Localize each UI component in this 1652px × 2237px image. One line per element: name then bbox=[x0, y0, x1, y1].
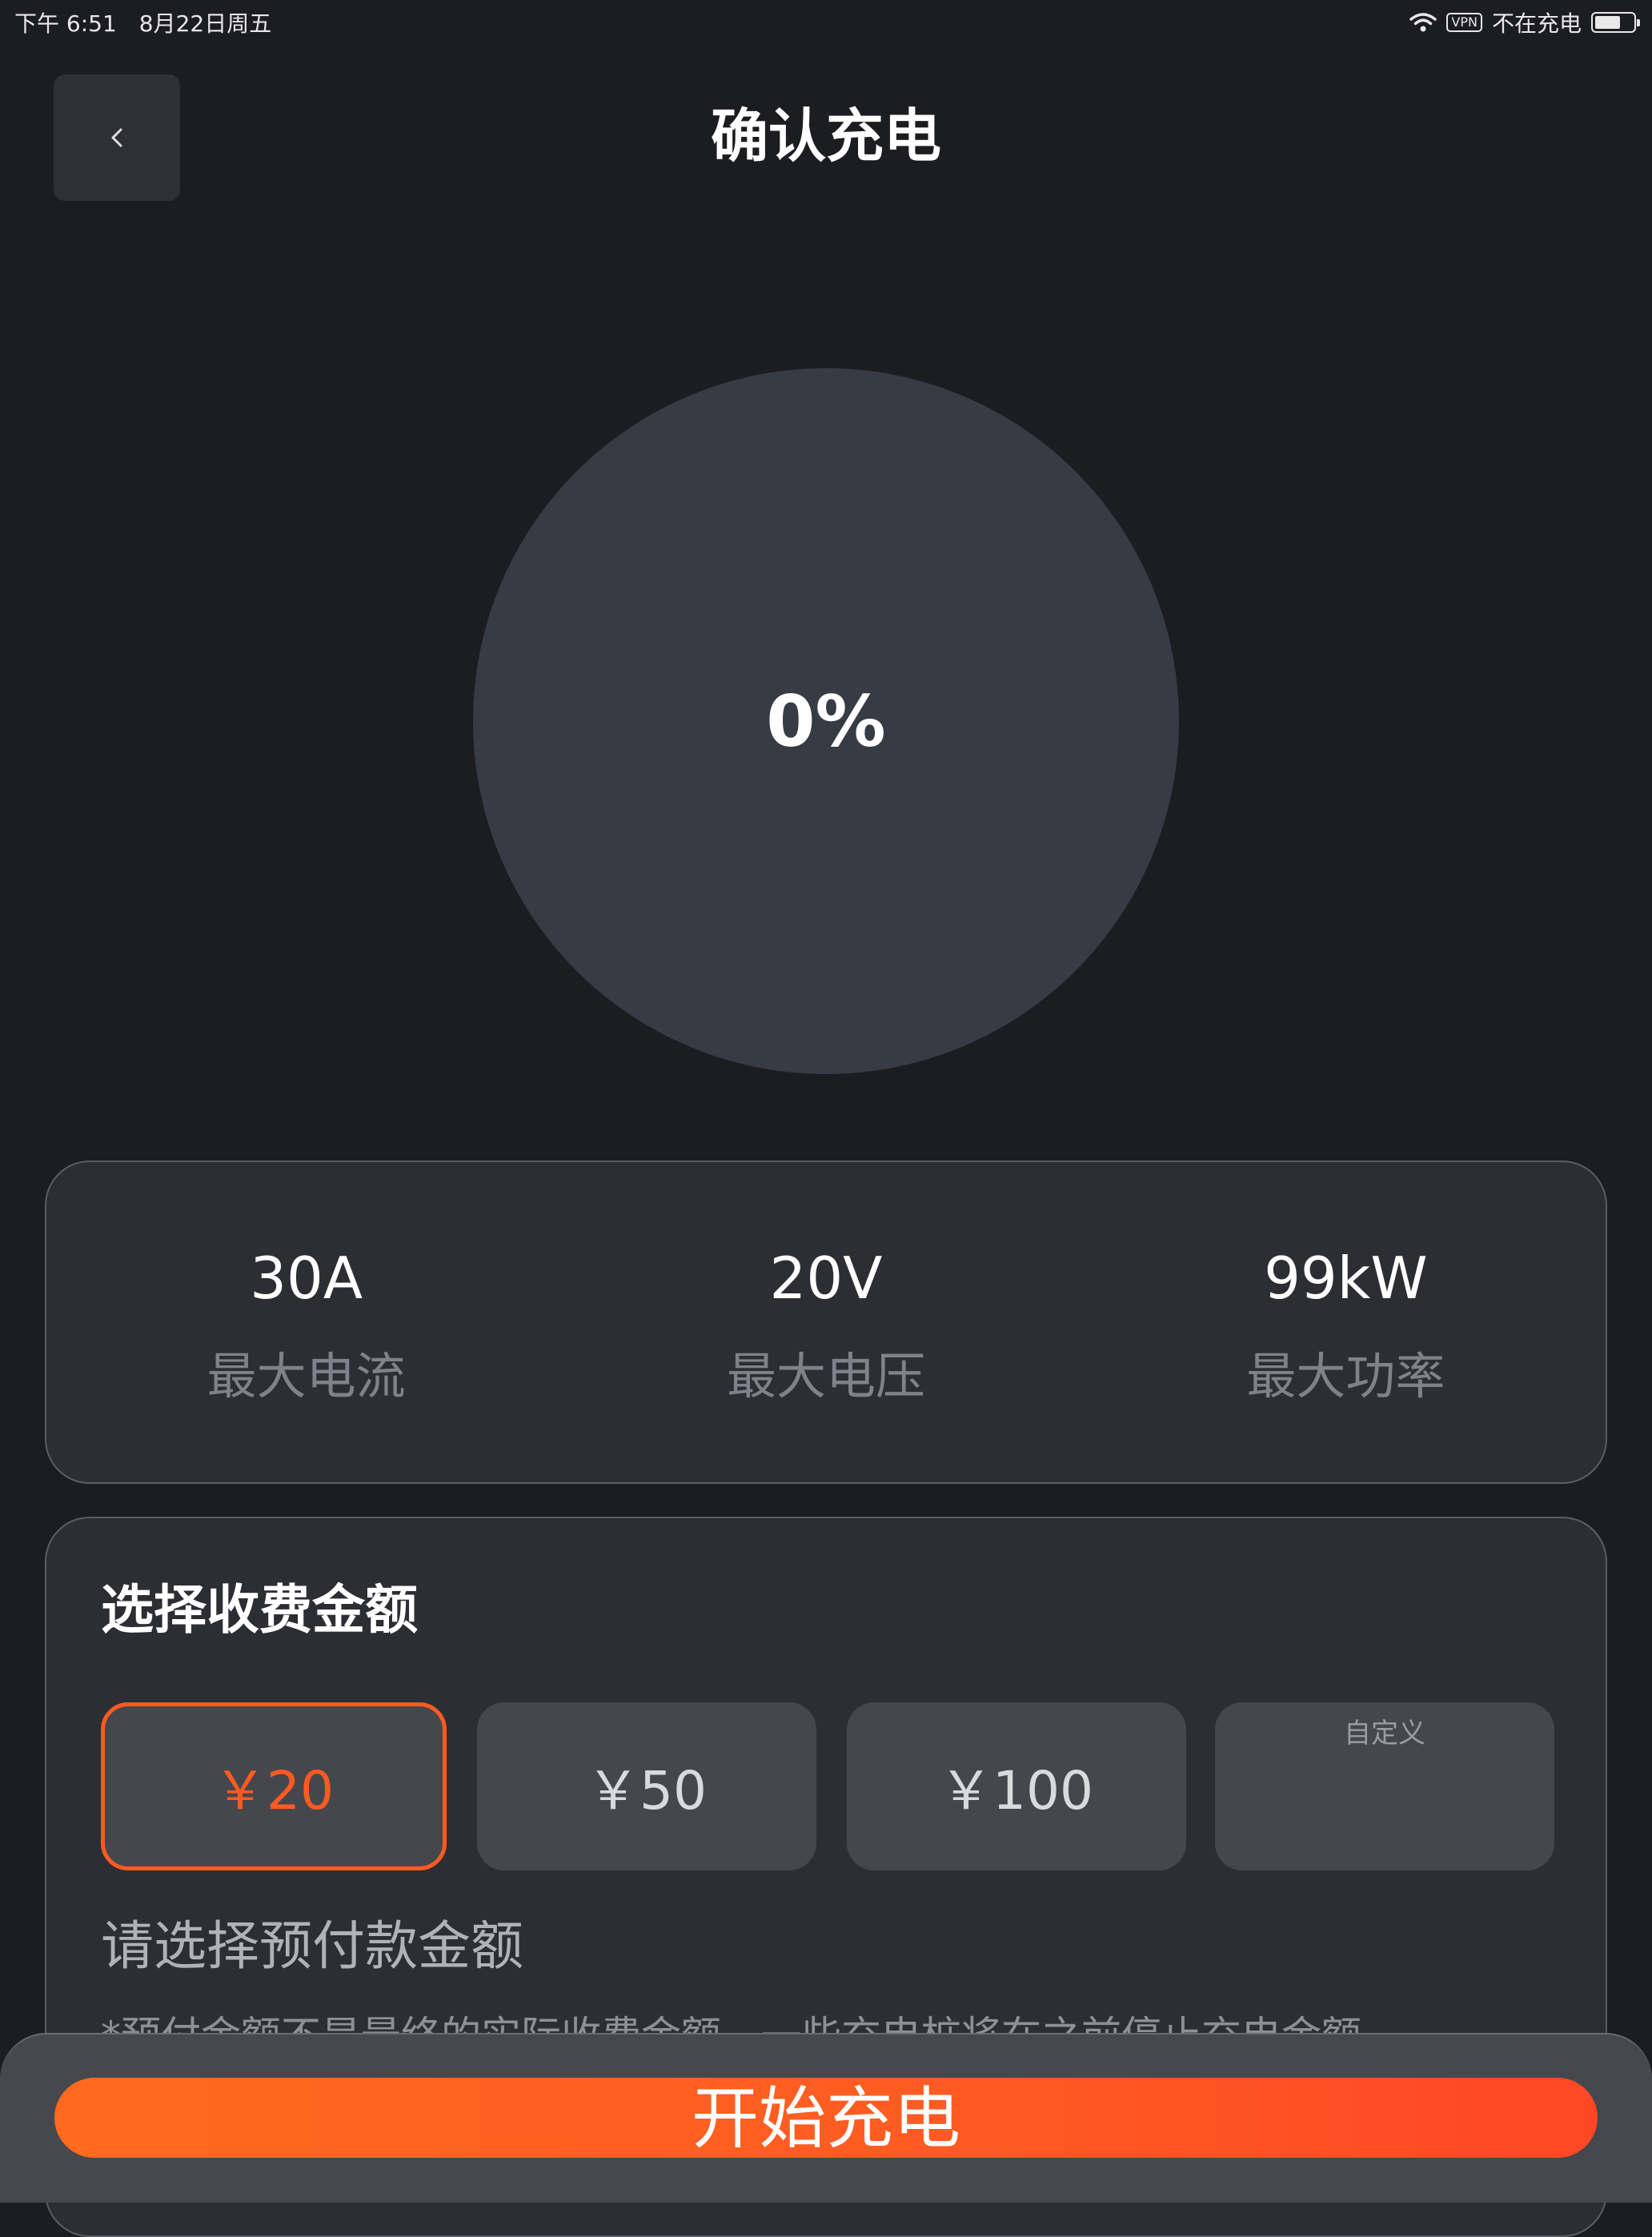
status-right: VPN 不在充电 bbox=[1409, 6, 1640, 38]
status-time: 下午 6:51 bbox=[14, 10, 117, 37]
spec-value: 30A bbox=[250, 1245, 363, 1312]
spec-value: 20V bbox=[769, 1245, 883, 1312]
wifi-icon bbox=[1409, 13, 1437, 32]
spec-label: 最大电压 bbox=[726, 1347, 925, 1405]
status-left: 下午 6:51 8月22日周五 bbox=[14, 6, 271, 38]
amount-option-custom[interactable] bbox=[1215, 1702, 1554, 1870]
spec-max-voltage: 20V 最大电压 bbox=[566, 1162, 1085, 1482]
amount-option-20[interactable]: ￥20 bbox=[101, 1702, 447, 1870]
amount-hint: 请选择预付款金额 bbox=[101, 1915, 523, 1977]
spec-max-current: 30A 最大电流 bbox=[46, 1162, 566, 1482]
charge-progress-circle: 0% bbox=[473, 368, 1179, 1074]
charging-status: 不在充电 bbox=[1491, 10, 1582, 37]
spec-label: 最大电流 bbox=[206, 1347, 406, 1405]
charge-progress-value: 0% bbox=[766, 680, 886, 763]
battery-icon bbox=[1591, 12, 1640, 33]
amount-option-100[interactable]: ￥100 bbox=[847, 1702, 1186, 1870]
amount-option-50[interactable]: ￥50 bbox=[477, 1702, 816, 1870]
amount-title: 选择收费金额 bbox=[101, 1579, 418, 1641]
spec-label: 最大功率 bbox=[1246, 1347, 1446, 1405]
charger-specs-card: 30A 最大电流 20V 最大电压 99kW 最大功率 bbox=[45, 1161, 1607, 1484]
custom-amount-input[interactable] bbox=[1215, 1717, 1554, 1750]
status-bar: 下午 6:51 8月22日周五 VPN 不在充电 bbox=[0, 0, 1652, 40]
bottom-action-bar: 开始充电 bbox=[0, 2033, 1652, 2203]
start-charging-button[interactable]: 开始充电 bbox=[54, 2078, 1598, 2158]
page-title: 确认充电 bbox=[710, 102, 941, 170]
spec-value: 99kW bbox=[1264, 1245, 1428, 1312]
spec-max-power: 99kW 最大功率 bbox=[1086, 1162, 1606, 1482]
status-date: 8月22日周五 bbox=[138, 10, 272, 37]
vpn-badge: VPN bbox=[1446, 13, 1482, 32]
